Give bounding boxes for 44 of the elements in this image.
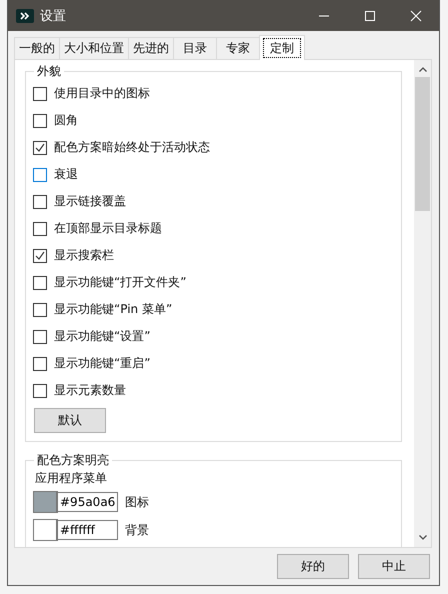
color-input-field[interactable]: #95a0a6 <box>58 492 118 512</box>
group-title: 配色方案明亮 <box>36 452 110 469</box>
checkbox[interactable] <box>33 302 47 316</box>
checkbox[interactable] <box>33 356 47 370</box>
checkbox-label: 显示功能键“Pin 菜单” <box>54 301 172 318</box>
checkbox-label: 显示元素数量 <box>54 382 126 399</box>
dialog-button[interactable]: 好的 <box>277 554 349 579</box>
checkbox-label: 显示功能键“打开文件夹” <box>54 274 186 291</box>
app-icon <box>16 8 34 22</box>
color-input-field[interactable]: #ffffff <box>58 520 118 540</box>
checkbox[interactable] <box>33 86 47 100</box>
color-swatch[interactable] <box>33 491 58 513</box>
checkbox[interactable] <box>33 384 47 398</box>
checkbox[interactable] <box>33 194 47 208</box>
checkbox-label: 圆角 <box>54 112 78 129</box>
section-label: 应用程序菜单 <box>35 470 108 487</box>
group-title: 外貌 <box>36 63 62 80</box>
checkbox[interactable] <box>33 248 47 262</box>
checkbox[interactable] <box>33 222 47 236</box>
checkbox-label: 显示功能键“设置” <box>54 328 150 345</box>
checkbox[interactable] <box>33 168 47 182</box>
default-button[interactable]: 默认 <box>34 408 106 433</box>
scroll-down-icon[interactable] <box>418 535 426 540</box>
dialog-button[interactable]: 中止 <box>358 554 430 579</box>
tab[interactable]: 一般的 <box>14 37 60 59</box>
tab[interactable]: 定制 <box>259 35 305 60</box>
color-swatch[interactable] <box>33 519 58 541</box>
checkbox[interactable] <box>33 330 47 344</box>
color-label: 图标 <box>125 494 149 510</box>
window-title: 设置 <box>40 8 66 24</box>
checkbox-label: 显示链接覆盖 <box>54 193 126 210</box>
scrollbar-thumb[interactable] <box>415 77 430 211</box>
checkbox-label: 在顶部显示目录标题 <box>54 220 162 237</box>
color-label: 背景 <box>125 522 149 538</box>
checkbox[interactable] <box>33 276 47 290</box>
checkbox-label: 显示搜索栏 <box>54 247 114 264</box>
checkbox-label: 衰退 <box>54 166 78 183</box>
checkbox-label: 使用目录中的图标 <box>54 85 150 102</box>
checkbox[interactable] <box>33 140 47 154</box>
checkbox-label: 配色方案暗始终处于活动状态 <box>54 139 210 156</box>
scrollbar[interactable] <box>414 60 431 547</box>
checkbox[interactable] <box>33 114 47 128</box>
scroll-up-icon[interactable] <box>418 67 426 72</box>
checkbox-label: 显示功能键“重启” <box>54 355 150 372</box>
